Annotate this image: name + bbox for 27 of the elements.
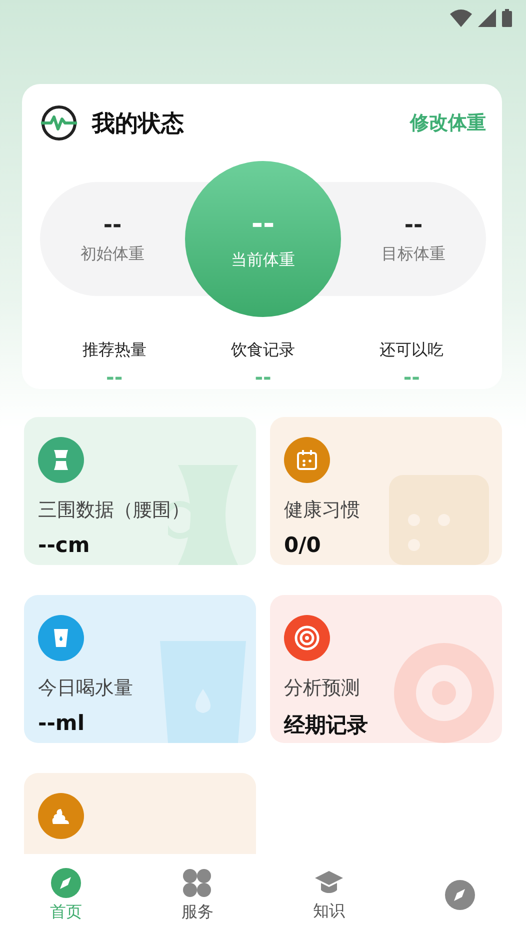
weight-value: -- <box>251 207 275 240</box>
weight-value: -- <box>404 213 423 238</box>
stat-label: 饮食记录 <box>230 340 295 361</box>
feature-tile[interactable]: 分析预测 经期记录 <box>270 595 502 743</box>
stat-label: 推荐热量 <box>82 340 146 361</box>
stat-label: 还可以吃 <box>380 340 444 361</box>
weight-label: 目标体重 <box>382 244 446 265</box>
nav-tab[interactable]: 服务 <box>181 868 214 922</box>
feature-tile[interactable]: 三围数据（腰围） --cm <box>24 417 256 565</box>
card-title: 我的状态 <box>92 110 185 138</box>
tile-value: --cm <box>38 533 91 557</box>
weight-value: -- <box>103 213 122 238</box>
tile-title: 三围数据（腰围） <box>38 498 191 523</box>
feature-tile[interactable]: 健康习惯 0/0 <box>270 417 502 565</box>
weight-label: 初始体重 <box>80 244 144 265</box>
weight-label: 当前体重 <box>231 250 295 271</box>
tile-title: 分析预测 <box>284 676 361 701</box>
tile-title: 今日喝水量 <box>38 676 134 701</box>
tile-value: 0/0 <box>284 533 322 557</box>
feature-tile[interactable]: 今日喝水量 --ml <box>24 595 256 743</box>
stat-value: -- <box>403 365 420 389</box>
tile-title: 健康习惯 <box>284 498 361 523</box>
stat-value: -- <box>254 365 272 389</box>
nav-tab[interactable]: 知识 <box>312 868 345 922</box>
tile-value: --ml <box>38 711 86 735</box>
tile-value: 经期记录 <box>284 712 369 739</box>
stat-value: -- <box>106 365 123 389</box>
